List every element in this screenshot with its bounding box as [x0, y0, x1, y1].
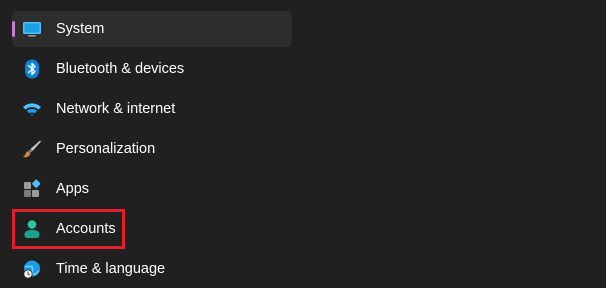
nav-item-label: Accounts: [56, 221, 116, 237]
nav-item-system[interactable]: System: [12, 11, 292, 47]
nav-item-label: Time & language: [56, 261, 166, 277]
nav-item-label: Bluetooth & devices: [56, 61, 185, 77]
wifi-icon: [22, 99, 42, 119]
nav-item-personalization[interactable]: Personalization: [12, 131, 292, 167]
selection-indicator: [12, 21, 15, 37]
person-icon: [22, 219, 42, 239]
nav-item-bluetooth-devices[interactable]: Bluetooth & devices: [12, 51, 292, 87]
nav-item-label: Personalization: [56, 141, 156, 157]
nav-item-apps[interactable]: Apps: [12, 171, 292, 207]
system-display-icon: [22, 19, 42, 39]
apps-icon: [22, 179, 42, 199]
nav-item-label: Apps: [56, 181, 90, 197]
nav-item-label: Network & internet: [56, 101, 176, 117]
nav-item-time-language[interactable]: Time & language: [12, 251, 292, 287]
globe-clock-icon: [22, 259, 42, 279]
nav-item-accounts[interactable]: Accounts: [12, 211, 292, 247]
nav-item-label: System: [56, 21, 105, 37]
nav-item-network-internet[interactable]: Network & internet: [12, 91, 292, 127]
settings-nav: System Bluetooth & devices Network & int…: [0, 0, 606, 288]
bluetooth-icon: [22, 59, 42, 79]
paintbrush-icon: [22, 139, 42, 159]
